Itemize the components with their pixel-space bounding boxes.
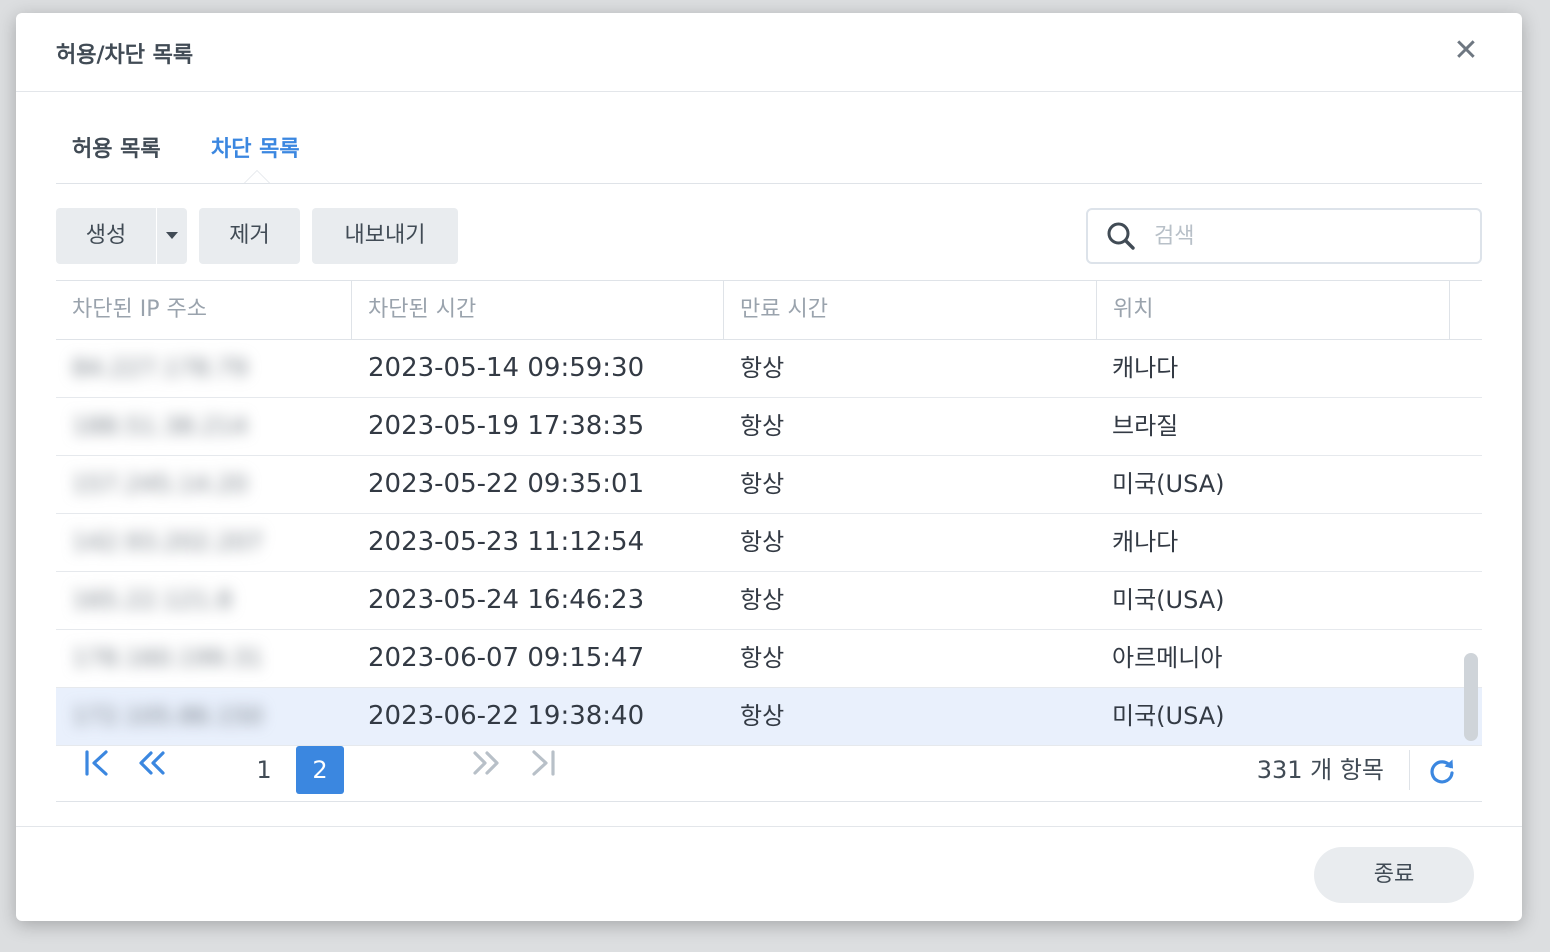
table-row[interactable]: 142.93.202.207 2023-05-23 11:12:54 항상 캐나… <box>56 514 1482 572</box>
table-row[interactable]: 178.160.199.31 2023-06-07 09:15:47 항상 아르… <box>56 630 1482 688</box>
export-button[interactable]: 내보내기 <box>312 208 458 264</box>
expire-cell: 항상 <box>740 644 785 672</box>
location-cell: 캐나다 <box>1112 354 1179 382</box>
search-input[interactable] <box>1152 218 1456 254</box>
dialog-title: 허용/차단 목록 <box>56 43 194 68</box>
expire-cell: 항상 <box>740 470 785 498</box>
location-cell: 미국(USA) <box>1112 702 1225 730</box>
table-row[interactable]: 84.227.178.79 2023-05-14 09:59:30 항상 캐나다 <box>56 340 1482 398</box>
last-page-icon[interactable] <box>528 746 558 794</box>
location-cell: 아르메니아 <box>1112 644 1223 672</box>
location-cell: 미국(USA) <box>1112 470 1225 498</box>
blocked-time-cell: 2023-05-19 17:38:35 <box>368 411 645 441</box>
column-header-blocked-time[interactable]: 차단된 시간 <box>352 281 724 339</box>
item-count: 331 개 항목 <box>1256 756 1384 784</box>
table-row[interactable]: 165.22.121.8 2023-05-24 16:46:23 항상 미국(U… <box>56 572 1482 630</box>
last-page-glyph <box>532 750 555 776</box>
next-page-glyph <box>473 751 499 775</box>
table-row[interactable]: 188.51.38.214 2023-05-19 17:38:35 항상 브라질 <box>56 398 1482 456</box>
search-box[interactable] <box>1086 208 1482 264</box>
location-cell: 브라질 <box>1112 412 1179 440</box>
tab-block-list[interactable]: 차단 목록 <box>211 131 300 163</box>
pagination-bar: 1 2 331 개 항목 <box>56 742 1482 800</box>
create-button[interactable]: 생성 <box>56 208 156 264</box>
expire-cell: 항상 <box>740 528 785 556</box>
blocked-time-cell: 2023-05-22 09:35:01 <box>368 469 645 499</box>
ip-cell: 188.51.38.214 <box>72 412 248 440</box>
page-2-button[interactable]: 2 <box>296 746 344 794</box>
chevron-down-icon <box>166 232 178 239</box>
table-row[interactable]: 157.245.14.20 2023-05-22 09:35:01 항상 미국(… <box>56 456 1482 514</box>
close-button[interactable]: 종료 <box>1314 847 1474 903</box>
remove-button[interactable]: 제거 <box>199 208 300 264</box>
refresh-icon[interactable] <box>1428 757 1456 785</box>
tab-bar: 허용 목록 차단 목록 <box>56 113 1482 184</box>
column-header-location[interactable]: 위치 <box>1097 281 1450 339</box>
ip-cell: 178.160.199.31 <box>72 644 263 672</box>
page-1-button[interactable]: 1 <box>246 746 282 794</box>
create-dropdown-button[interactable] <box>157 208 187 264</box>
search-icon <box>1107 222 1135 250</box>
blocked-time-cell: 2023-06-22 19:38:40 <box>368 701 645 731</box>
titlebar: 허용/차단 목록 ✕ <box>16 13 1522 92</box>
blocked-time-cell: 2023-05-24 16:46:23 <box>368 585 645 615</box>
blocked-time-cell: 2023-05-14 09:59:30 <box>368 353 645 383</box>
column-header-expire-time[interactable]: 만료 시간 <box>724 281 1097 339</box>
allow-block-list-dialog: 허용/차단 목록 ✕ 허용 목록 차단 목록 생성 제거 내보내기 차단된 IP… <box>16 13 1522 921</box>
column-header-spacer <box>1450 281 1482 339</box>
blocked-ip-table: 차단된 IP 주소 차단된 시간 만료 시간 위치 84.227.178.79 … <box>56 280 1482 802</box>
tab-allow-list[interactable]: 허용 목록 <box>72 131 161 163</box>
dialog-footer: 종료 <box>16 826 1522 921</box>
column-header-blocked-ip[interactable]: 차단된 IP 주소 <box>56 281 352 339</box>
ip-cell: 165.22.121.8 <box>72 586 233 614</box>
ip-cell: 172.105.86.150 <box>72 702 263 730</box>
blocked-time-cell: 2023-06-07 09:15:47 <box>368 643 645 673</box>
first-page-glyph <box>85 750 108 776</box>
previous-page-icon[interactable] <box>136 746 168 794</box>
active-tab-indicator <box>244 170 270 183</box>
expire-cell: 항상 <box>740 354 785 382</box>
vertical-scrollbar[interactable] <box>1464 653 1478 741</box>
toolbar: 생성 제거 내보내기 <box>56 208 1482 264</box>
blocked-time-cell: 2023-05-23 11:12:54 <box>368 527 645 557</box>
table-row-selected[interactable]: 172.105.86.150 2023-06-22 19:38:40 항상 미국… <box>56 688 1482 746</box>
table-header: 차단된 IP 주소 차단된 시간 만료 시간 위치 <box>56 281 1482 340</box>
ip-cell: 157.245.14.20 <box>72 470 248 498</box>
next-page-icon[interactable] <box>470 746 502 794</box>
expire-cell: 항상 <box>740 412 785 440</box>
location-cell: 미국(USA) <box>1112 586 1225 614</box>
expire-cell: 항상 <box>740 586 785 614</box>
first-page-icon[interactable] <box>82 746 112 794</box>
close-icon[interactable]: ✕ <box>1450 35 1482 67</box>
ip-cell: 142.93.202.207 <box>72 528 263 556</box>
ip-cell: 84.227.178.79 <box>72 354 248 382</box>
pager-divider <box>1409 750 1410 790</box>
expire-cell: 항상 <box>740 702 785 730</box>
previous-page-glyph <box>139 751 165 775</box>
location-cell: 캐나다 <box>1112 528 1179 556</box>
